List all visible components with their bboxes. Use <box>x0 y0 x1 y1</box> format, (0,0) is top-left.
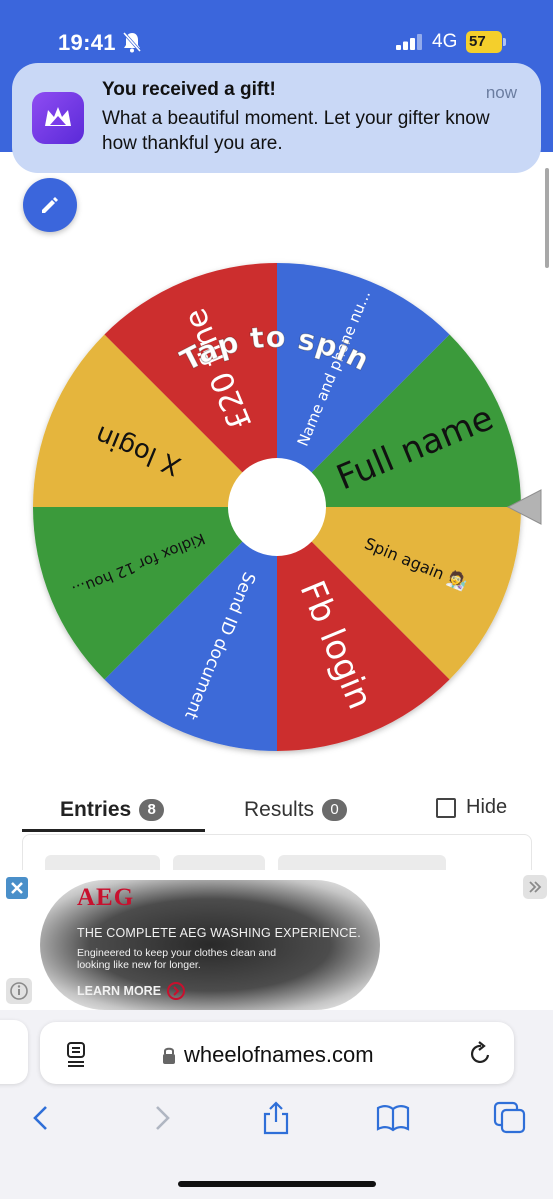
ad-expand-icon[interactable] <box>523 875 547 899</box>
wheel-hub[interactable] <box>228 458 326 556</box>
tab-results-label: Results <box>244 798 315 821</box>
page-menu-icon[interactable] <box>64 1040 88 1068</box>
previous-tab-preview[interactable] <box>0 1020 28 1084</box>
back-icon[interactable] <box>24 1100 60 1136</box>
tab-results[interactable]: Results 0 <box>244 790 348 830</box>
screen: 19:41 4G 57 You received a gift! What a … <box>0 0 553 1199</box>
bell-off-icon <box>122 32 142 53</box>
ad-learn-more-label: LEARN MORE <box>77 984 162 998</box>
forward-icon[interactable] <box>143 1100 179 1136</box>
network-type: 4G <box>432 31 458 52</box>
wheel-area[interactable]: Full name Spin again 🧑‍🔬 Fb login Send ID d… <box>0 250 553 760</box>
ad-headline: THE COMPLETE AEG WASHING EXPERIENCE. <box>77 926 361 940</box>
notification-title: You received a gift! <box>102 79 276 100</box>
pencil-icon <box>42 197 58 213</box>
notification-time: now <box>485 83 517 102</box>
tab-entries[interactable]: Entries 8 <box>60 790 165 830</box>
ad-brand-logo: AEG <box>77 884 135 911</box>
battery-icon: 57 <box>466 31 508 53</box>
share-icon[interactable] <box>258 1100 294 1136</box>
gift-notification[interactable]: You received a gift! What a beautiful mo… <box>12 63 541 173</box>
ad-banner[interactable]: AEG THE COMPLETE AEG WASHING EXPERIENCE.… <box>0 870 553 1012</box>
status-time: 19:41 <box>58 30 116 55</box>
crown-app-icon <box>32 92 84 144</box>
reload-icon[interactable] <box>468 1041 494 1067</box>
chevron-right-icon <box>167 982 186 1000</box>
home-indicator[interactable] <box>178 1181 376 1187</box>
hide-checkbox[interactable] <box>436 798 456 818</box>
tab-entries-label: Entries <box>60 798 132 821</box>
hide-label: Hide <box>466 796 508 818</box>
lock-icon <box>163 1047 175 1064</box>
ad-close-icon[interactable] <box>6 877 28 899</box>
edit-button[interactable] <box>23 178 77 232</box>
spin-wheel[interactable]: Full nameSpin again 🧑‍🔬Fb loginSend ID d… <box>0 250 553 760</box>
ad-learn-more-link[interactable]: LEARN MORE <box>77 982 186 1000</box>
battery-nub <box>503 38 506 46</box>
signal-icon <box>396 34 422 50</box>
results-count-badge: 0 <box>322 799 348 821</box>
battery-level: 57 <box>466 31 502 53</box>
ad-info-icon[interactable] <box>6 978 32 1004</box>
url-text[interactable]: wheelofnames.com <box>184 1042 374 1068</box>
entries-count-badge: 8 <box>139 799 165 821</box>
tabs-icon[interactable] <box>492 1100 528 1136</box>
bookmarks-icon[interactable] <box>375 1100 411 1136</box>
status-bar: 19:41 4G 57 <box>0 0 553 62</box>
notification-body: What a beautiful moment. Let your gifter… <box>102 108 490 154</box>
ad-subline: Engineered to keep your clothes clean an… <box>77 947 277 971</box>
active-tab-indicator <box>22 829 205 832</box>
